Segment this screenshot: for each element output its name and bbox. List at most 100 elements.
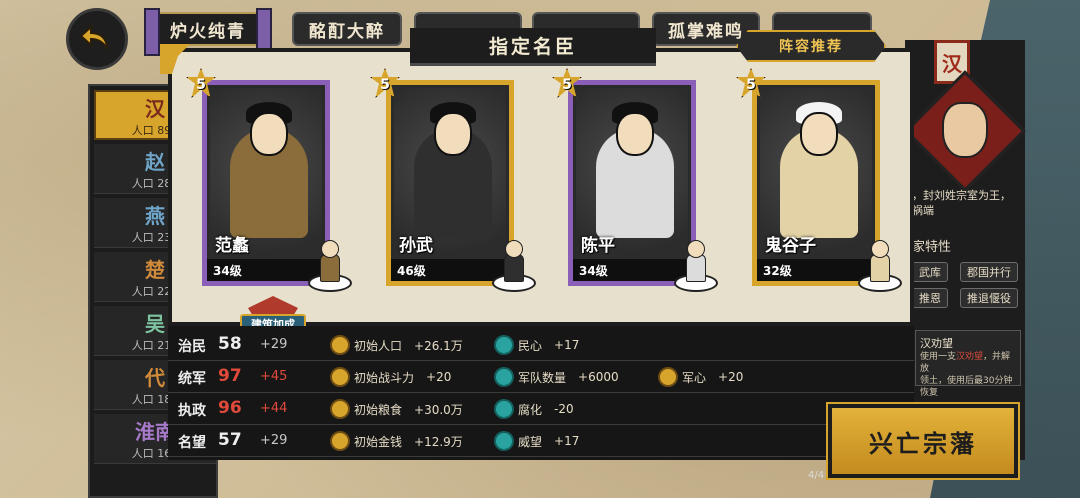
hero-figurine xyxy=(308,232,352,292)
hero-level: 32级 xyxy=(757,259,875,281)
skill-card[interactable]: 汉劝望 使用一支汉劝望，并解放 领土，使用后最30分钟恢复 xyxy=(915,330,1021,398)
hero-face xyxy=(616,112,654,156)
stat-effect: 初始粮食 +30.0万 xyxy=(330,398,463,420)
stat-bonus: +45 xyxy=(260,369,288,384)
effect-name: 民心 xyxy=(518,338,543,353)
stat-effect: 初始金钱 +12.9万 xyxy=(330,430,463,452)
hero-level: 34级 xyxy=(207,259,325,281)
emperor-portrait xyxy=(942,102,988,158)
stat-effect: 初始人口 +26.1万 xyxy=(330,334,463,356)
stat-effect: 初始战斗力 +20 xyxy=(330,366,451,388)
hero-level: 46级 xyxy=(391,259,509,281)
page-indicator: 4/4 xyxy=(808,470,825,481)
tab-1[interactable]: 炉火纯青 xyxy=(144,8,272,56)
effect-icon xyxy=(494,431,514,451)
figurine-body xyxy=(686,254,706,282)
effect-value: -20 xyxy=(554,402,574,416)
feature-tag[interactable]: 郡国并行 xyxy=(960,262,1018,282)
tab-label: 酩酊大醉 xyxy=(309,21,385,42)
effect-icon xyxy=(330,431,350,451)
hero-face xyxy=(250,112,288,156)
skill-title: 汉劝望 xyxy=(920,337,953,350)
figurine-head xyxy=(505,240,523,258)
figurine-body xyxy=(870,254,890,282)
skill-desc-line2: 领土，使用后最30分钟恢复 xyxy=(920,376,1013,398)
back-button[interactable] xyxy=(66,8,128,70)
stat-effect: 军队数量 +6000 xyxy=(494,366,619,388)
skill-desc: 使用一支汉劝望，并解放 xyxy=(920,351,1016,375)
hero-name: 范蠡 xyxy=(215,236,249,256)
stat-value: 58 xyxy=(218,334,242,354)
hero-name: 鬼谷子 xyxy=(765,236,816,256)
effect-value: +20 xyxy=(426,370,452,384)
hero-level: 34级 xyxy=(573,259,691,281)
effect-value: +20 xyxy=(718,370,744,384)
figurine-body xyxy=(320,254,340,282)
dynasty-name: 代 xyxy=(145,366,165,390)
stat-effect: 威望 +17 xyxy=(494,430,579,452)
stat-value: 96 xyxy=(218,398,242,418)
skill-desc-part: 使用一支 xyxy=(920,352,957,362)
effect-name: 初始粮食 xyxy=(354,402,403,417)
tab-2[interactable]: 酩酊大醉 xyxy=(292,12,402,46)
hero-face xyxy=(800,112,838,156)
effect-name: 军队数量 xyxy=(518,370,567,385)
effect-value: +6000 xyxy=(578,370,619,384)
stat-row: 执政 96 +44 初始粮食 +30.0万 腐化 -20 xyxy=(168,394,914,425)
effect-icon xyxy=(330,335,350,355)
dynasty-name: 吴 xyxy=(145,312,165,336)
stat-bonus: +29 xyxy=(260,337,288,352)
stat-effect: 腐化 -20 xyxy=(494,398,574,420)
hero-figurine xyxy=(858,232,902,292)
effect-icon xyxy=(658,367,678,387)
hero-name: 孙武 xyxy=(399,236,433,256)
effect-name: 军心 xyxy=(682,370,707,385)
stat-value: 97 xyxy=(218,366,242,386)
feature-title: 家特性 xyxy=(912,240,952,255)
stat-effect: 民心 +17 xyxy=(494,334,579,356)
feature-tag[interactable]: 推退偃役 xyxy=(960,288,1018,308)
stat-label: 治民 xyxy=(178,339,206,355)
tab-label: 炉火纯青 xyxy=(170,21,246,42)
dynasty-description-line: ，封刘姓宗室为王， xyxy=(912,189,1011,202)
stat-row: 统军 97 +45 初始战斗力 +20 军队数量 +6000 军心 +20 xyxy=(168,362,914,393)
effect-name: 初始战斗力 xyxy=(354,370,415,385)
back-arrow-icon xyxy=(79,24,108,50)
feature-tag[interactable]: 推恩 xyxy=(912,288,948,308)
effect-icon xyxy=(494,399,514,419)
stat-bonus: +29 xyxy=(260,433,288,448)
effect-value: +12.9万 xyxy=(414,434,463,449)
stat-label: 统军 xyxy=(178,371,206,387)
hero-figurine xyxy=(674,232,718,292)
figurine-head xyxy=(871,240,889,258)
stat-effect: 军心 +20 xyxy=(658,366,743,388)
hero-name: 陈平 xyxy=(581,236,615,256)
rise-fall-vassal-button[interactable]: 兴亡宗藩 xyxy=(826,402,1020,480)
stat-value: 57 xyxy=(218,430,242,450)
effect-name: 初始金钱 xyxy=(354,434,403,449)
figurine-head xyxy=(321,240,339,258)
effect-value: +17 xyxy=(554,338,580,352)
effect-value: +26.1万 xyxy=(414,338,463,353)
effect-name: 初始人口 xyxy=(354,338,403,353)
dynasty-description: ，封刘姓宗室为王， 祸端 xyxy=(912,188,1030,218)
dynasty-name: 汉 xyxy=(145,96,165,121)
figurine-head xyxy=(687,240,705,258)
effect-value: +30.0万 xyxy=(414,402,463,417)
stat-row: 治民 58 +29 初始人口 +26.1万 民心 +17 xyxy=(168,330,914,361)
lineup-recommend-button[interactable]: 阵容推荐 xyxy=(736,30,886,62)
stats-table: 治民 58 +29 初始人口 +26.1万 民心 +17 统军 97 +45 初… xyxy=(168,326,914,460)
effect-icon xyxy=(330,399,350,419)
hero-face xyxy=(434,112,472,156)
effect-name: 腐化 xyxy=(518,402,543,417)
figurine-body xyxy=(504,254,524,282)
modal-title: 指定名臣 xyxy=(410,28,656,66)
skill-desc-highlight: 汉劝望 xyxy=(956,352,984,362)
hero-figurine xyxy=(492,232,536,292)
stat-row: 名望 57 +29 初始金钱 +12.9万 威望 +17 xyxy=(168,426,914,457)
effect-icon xyxy=(330,367,350,387)
tab-label: 孤掌难鸣 xyxy=(668,21,744,42)
feature-tag[interactable]: 武库 xyxy=(912,262,948,282)
stat-bonus: +44 xyxy=(260,401,288,416)
effect-value: +17 xyxy=(554,434,580,448)
